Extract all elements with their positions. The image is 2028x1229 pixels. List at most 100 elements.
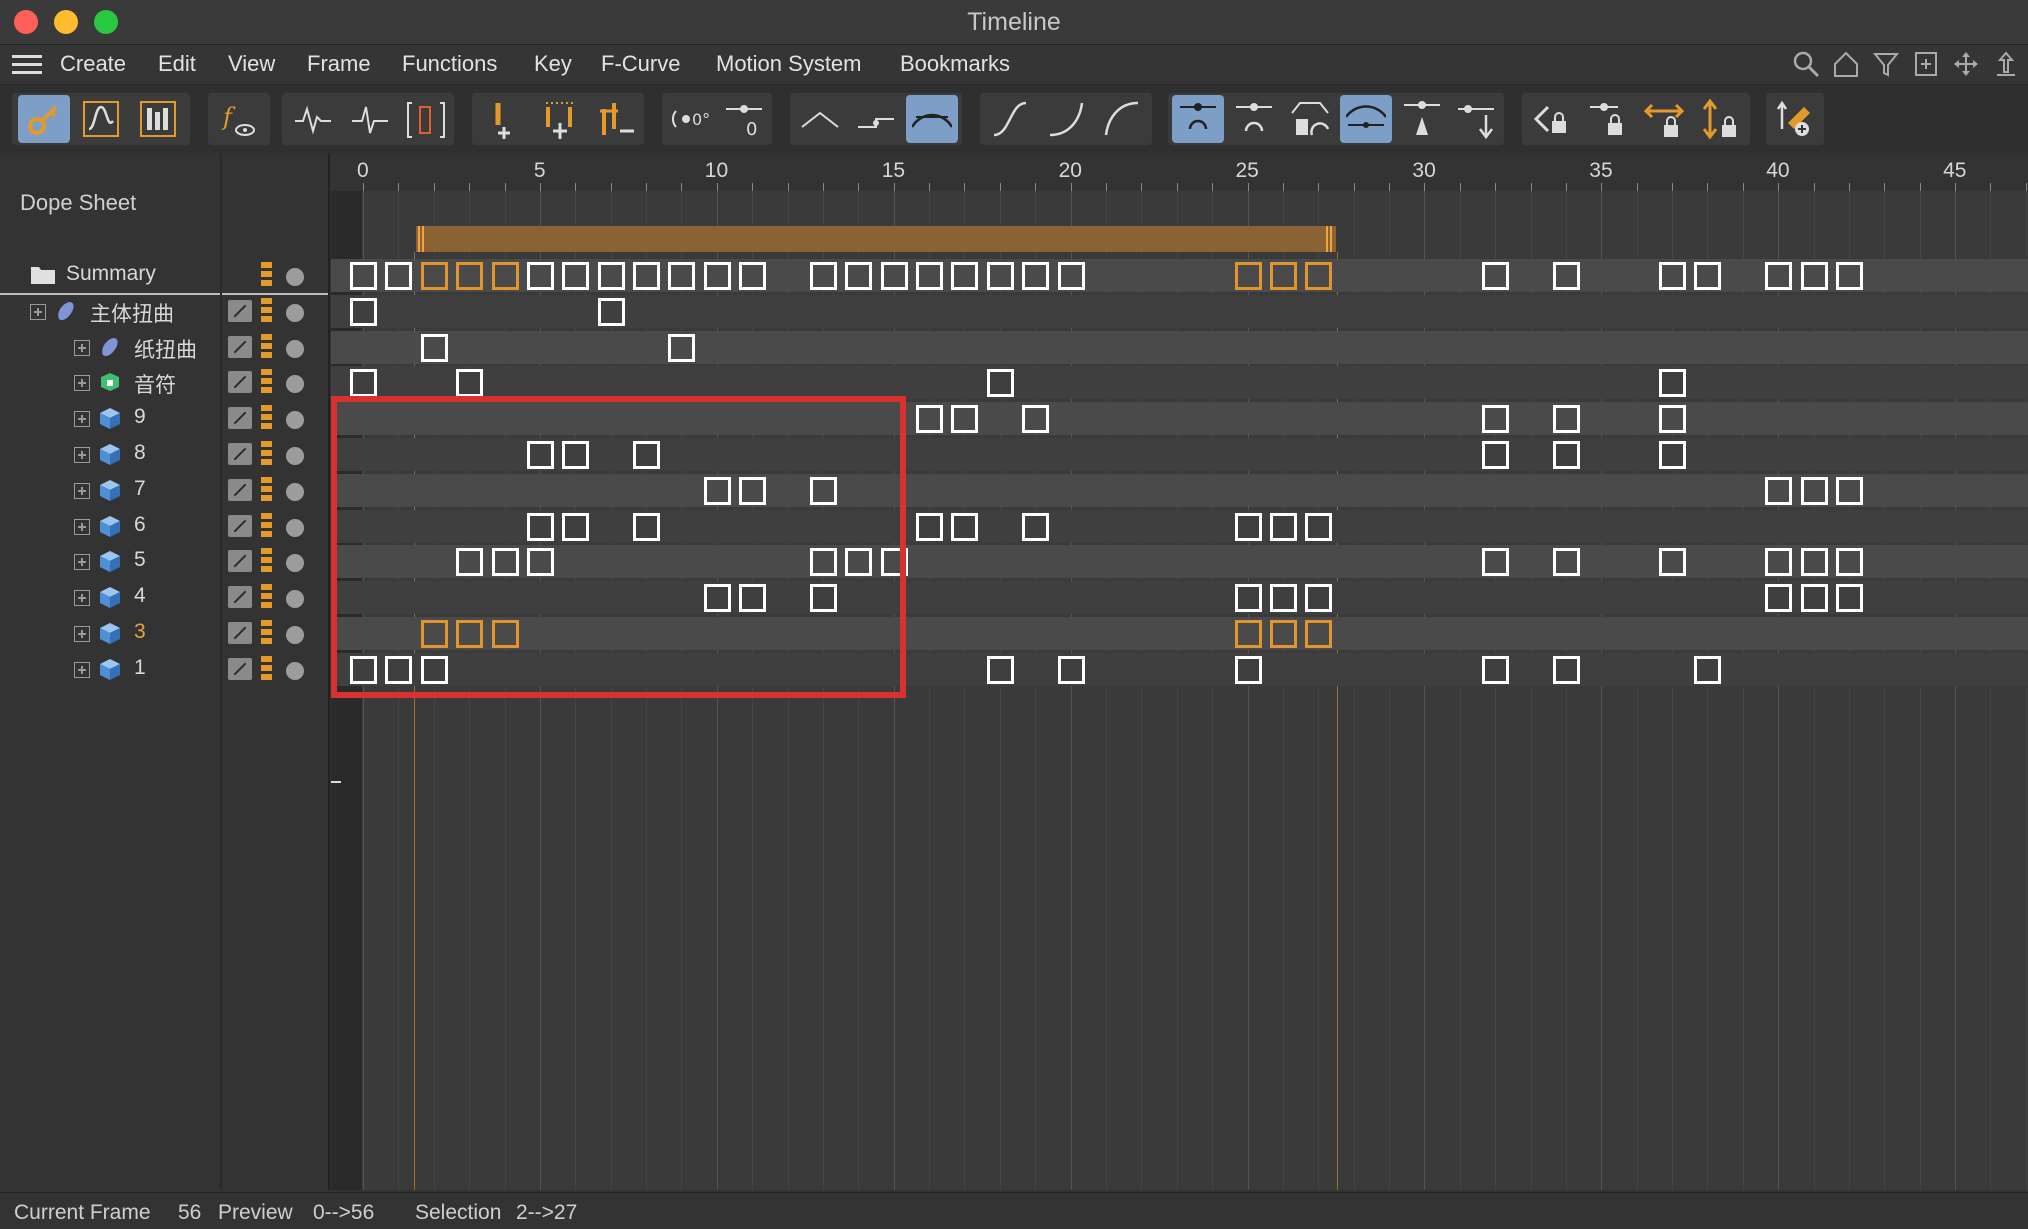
edit-track-icon[interactable] [228,514,252,537]
track-row[interactable]: 1 [0,653,328,687]
keyframe[interactable] [1234,584,1262,613]
keyframe[interactable] [951,405,979,434]
edit-track-icon[interactable] [228,299,252,322]
key-mode-button[interactable] [18,95,70,143]
keyframe[interactable] [1765,476,1793,505]
keyframe[interactable] [1765,548,1793,577]
track-row[interactable]: 6 [0,510,328,544]
keyframe[interactable] [456,262,484,290]
new-window-icon[interactable] [1912,50,1940,78]
keyframe[interactable] [951,512,979,541]
keyframe[interactable] [1305,620,1333,648]
lock-vertical-button[interactable] [1694,95,1746,143]
track-row[interactable]: 4 [0,581,328,615]
edit-track-icon[interactable] [228,335,252,358]
track-enable-toggle[interactable] [286,518,304,537]
track-color-icon[interactable] [261,655,272,682]
keyframe[interactable] [1659,369,1687,398]
tangent-break-button[interactable] [1228,95,1280,143]
keyframe[interactable] [668,333,696,362]
keyframe[interactable] [1552,405,1580,434]
keyframe[interactable] [420,333,448,362]
motion-mode-button[interactable] [132,95,184,143]
lock-horizontal-button[interactable] [1638,95,1690,143]
keyframe[interactable] [1835,476,1863,505]
track-enable-toggle[interactable] [286,482,304,501]
expand-icon[interactable] [74,554,90,571]
tangent-auto-button[interactable] [1172,95,1224,143]
keyframe[interactable] [1482,655,1510,684]
keyframe[interactable] [1659,441,1687,469]
track-color-icon[interactable] [261,584,272,611]
edit-track-icon[interactable] [228,478,252,501]
menu-key[interactable]: Key [534,51,572,77]
keyframe[interactable] [986,262,1014,290]
keyframe[interactable] [1269,584,1297,613]
keyframe[interactable] [668,262,696,290]
menu-f-curve[interactable]: F-Curve [601,51,680,77]
rotate-zero-button[interactable]: 0° [666,95,718,143]
spline-s-button[interactable] [984,95,1036,143]
track-row[interactable]: 8 [0,438,328,472]
track-color-icon[interactable] [261,262,272,288]
timeline-track[interactable] [331,366,2028,400]
keyframe[interactable] [1057,655,1085,684]
snap-button[interactable] [1770,95,1822,143]
keyframe[interactable] [1835,548,1863,577]
edit-track-icon[interactable] [228,622,252,644]
keyframe[interactable] [1800,548,1828,577]
edit-track-icon[interactable] [228,407,252,430]
expand-icon[interactable] [74,661,90,678]
keyframe[interactable] [1269,620,1297,648]
panel-divider[interactable] [328,153,330,1190]
home-icon[interactable] [1832,50,1860,78]
keyframe[interactable] [1269,262,1297,290]
keyframe[interactable] [350,297,377,326]
tangent-weighted-button[interactable] [1284,95,1336,143]
keyframe[interactable] [1234,620,1262,648]
lock-time-button[interactable] [1526,95,1578,143]
menu-edit[interactable]: Edit [158,51,196,77]
search-icon[interactable] [1792,50,1820,78]
remove-key-button[interactable] [590,95,642,143]
keyframe[interactable] [951,262,979,290]
keyframe[interactable] [1234,512,1262,541]
edit-track-icon[interactable] [228,550,252,573]
keyframe[interactable] [420,262,448,290]
keyframe[interactable] [1305,262,1333,290]
wave-pulse-button[interactable] [344,95,396,143]
expand-icon[interactable] [74,626,90,642]
keyframe[interactable] [1022,405,1050,434]
keyframe[interactable] [809,262,837,290]
keyframe[interactable] [1022,262,1050,290]
keyframe[interactable] [1305,584,1333,613]
track-color-icon[interactable] [261,405,272,432]
timeline-track[interactable] [331,330,2028,364]
keyframe[interactable] [880,262,908,290]
fcurve-mode-button[interactable] [75,95,127,143]
menu-frame[interactable]: Frame [307,51,371,77]
keyframe[interactable] [739,262,767,290]
track-enable-toggle[interactable] [286,268,304,286]
ease-peak-button[interactable] [794,95,846,143]
track-row[interactable]: 主体扭曲 [0,295,328,329]
keyframe[interactable] [1234,655,1262,684]
value-zero-button[interactable]: 0 [718,95,770,143]
keyframe[interactable] [916,405,944,434]
track-color-icon[interactable] [261,369,272,396]
add-key-button[interactable] [478,95,530,143]
ease-smooth-button[interactable] [906,95,958,143]
track-enable-toggle[interactable] [286,411,304,430]
hamburger-menu-icon[interactable] [12,55,42,75]
keyframe[interactable] [1057,262,1085,290]
track-row[interactable]: 5 [0,545,328,579]
track-enable-toggle[interactable] [286,303,304,322]
keyframe[interactable] [1482,441,1510,469]
track-color-icon[interactable] [261,297,272,324]
track-enable-toggle[interactable] [286,447,304,465]
expand-icon[interactable] [74,482,90,499]
keyframe[interactable] [1552,441,1580,469]
wave-bracket-button[interactable] [400,95,452,143]
keyframe[interactable] [1694,262,1722,290]
move-icon[interactable] [1952,50,1980,78]
